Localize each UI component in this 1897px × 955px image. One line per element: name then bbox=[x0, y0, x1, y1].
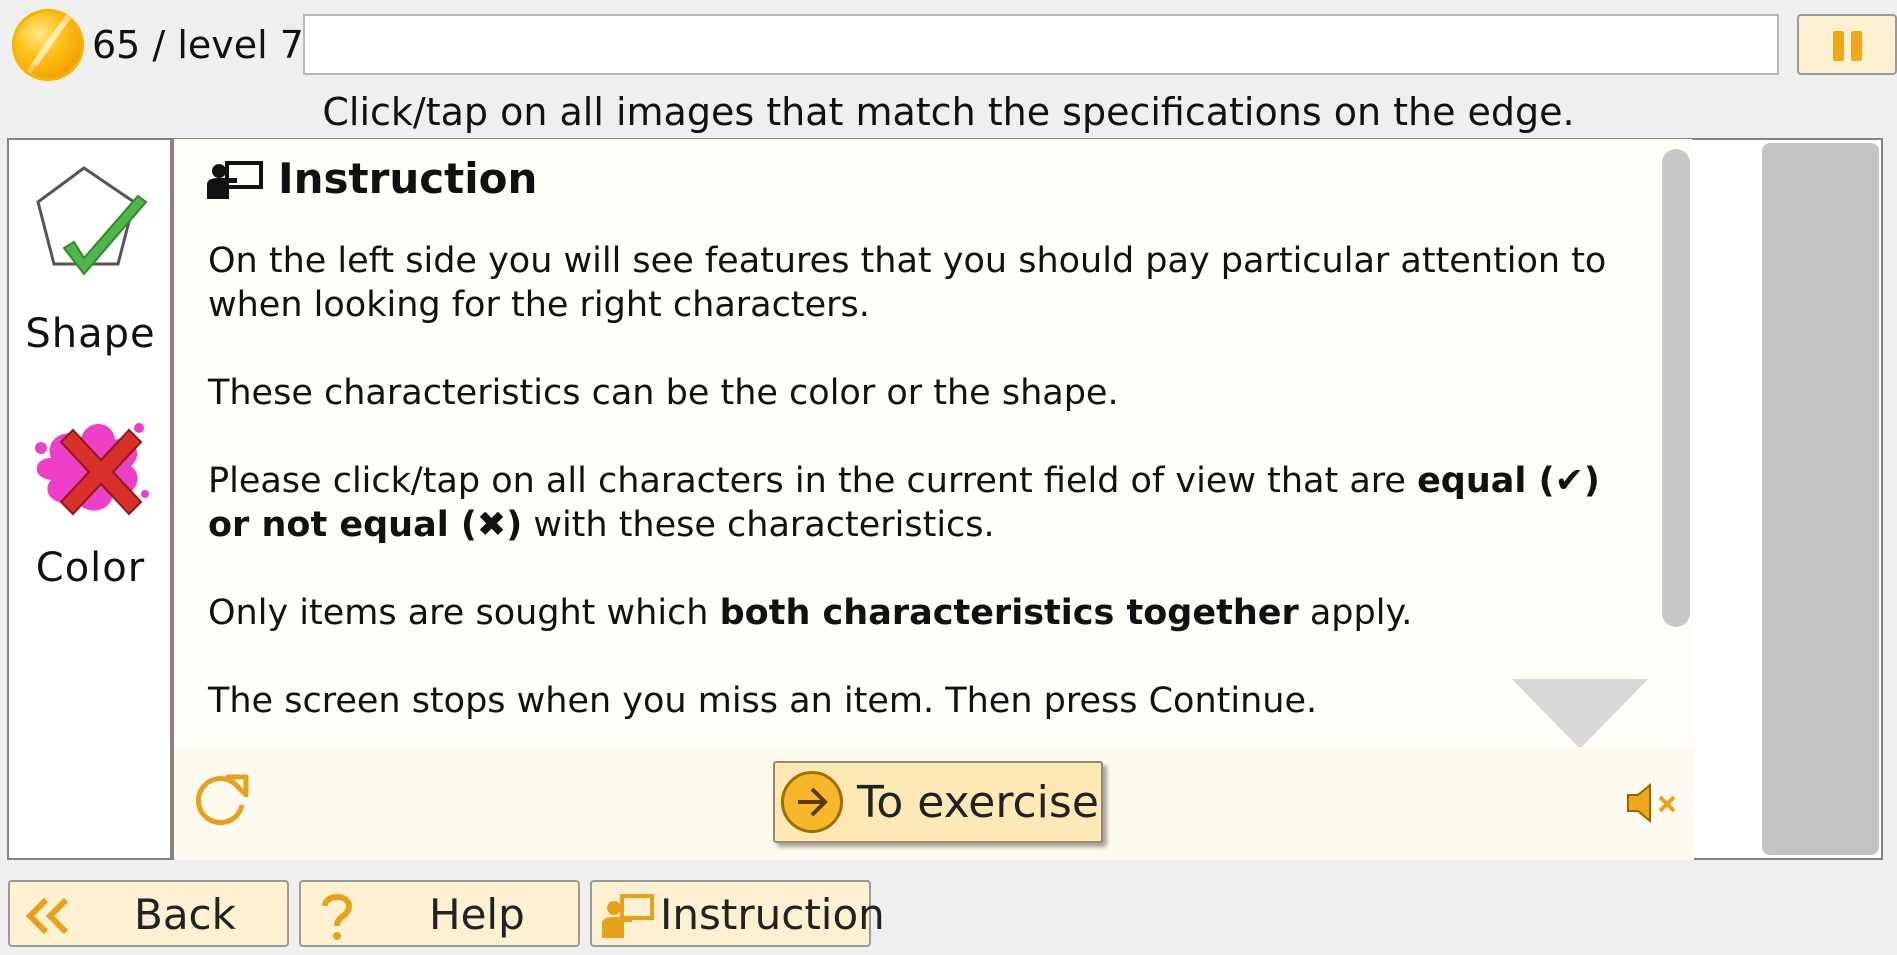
pink-splash-cross-icon bbox=[34, 423, 149, 516]
arrow-right-circle-icon bbox=[781, 771, 843, 833]
scroll-down-arrow-icon[interactable] bbox=[1512, 679, 1648, 749]
reload-icon[interactable] bbox=[192, 771, 252, 831]
feature-label-shape: Shape bbox=[25, 311, 156, 357]
pentagon-check-icon bbox=[35, 166, 147, 276]
score-level-text: 65 / level 7 bbox=[92, 23, 304, 67]
presenter-icon bbox=[207, 161, 263, 199]
outer-scrollbar[interactable] bbox=[1762, 143, 1879, 855]
instruction-title: Instruction bbox=[278, 154, 538, 203]
instruction-panel: Instruction On the left side you will se… bbox=[172, 139, 1694, 860]
feature-color: Color bbox=[9, 398, 172, 598]
feature-shape: Shape bbox=[9, 162, 172, 357]
back-label: Back bbox=[134, 890, 236, 939]
instruction-paragraph: Only items are sought which both charact… bbox=[208, 593, 1413, 633]
instruction-paragraph: Please click/tap on all characters in th… bbox=[208, 461, 1600, 545]
presenter-icon bbox=[602, 894, 654, 938]
instruction-label: Instruction bbox=[660, 890, 885, 939]
speaker-muted-icon[interactable] bbox=[1624, 781, 1684, 825]
task-text: Click/tap on all images that match the s… bbox=[322, 90, 1575, 134]
feature-label-color: Color bbox=[35, 545, 146, 591]
feature-sidebar: Shape Color bbox=[9, 140, 172, 858]
coin-icon bbox=[12, 9, 84, 81]
to-exercise-label: To exercise bbox=[857, 777, 1099, 828]
instruction-scrollbar[interactable] bbox=[1662, 149, 1690, 627]
both-characteristics-emphasis: both characteristics together bbox=[719, 593, 1299, 633]
help-button[interactable]: Help bbox=[299, 880, 580, 947]
instruction-footer: To exercise bbox=[174, 747, 1694, 860]
pause-button[interactable] bbox=[1797, 14, 1897, 75]
question-mark-icon bbox=[322, 894, 353, 940]
double-chevron-left-icon bbox=[25, 897, 69, 935]
instruction-paragraph: On the left side you will see features t… bbox=[208, 241, 1607, 325]
instruction-paragraph: The screen stops when you miss an item. … bbox=[208, 681, 1318, 721]
instruction-content: On the left side you will see features t… bbox=[208, 239, 1628, 723]
help-label: Help bbox=[429, 890, 525, 939]
instruction-paragraph: These characteristics can be the color o… bbox=[208, 373, 1119, 413]
instruction-button[interactable]: Instruction bbox=[590, 880, 885, 947]
back-button[interactable]: Back bbox=[8, 880, 289, 947]
to-exercise-button[interactable]: To exercise bbox=[773, 761, 1103, 843]
progress-bar bbox=[303, 14, 1779, 75]
